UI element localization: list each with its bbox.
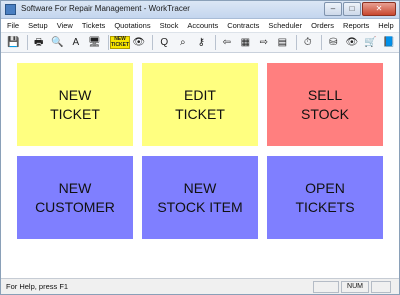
edit-ticket-button[interactable]: EDIT TICKET	[142, 63, 258, 146]
new-ticket-label: NEW TICKET	[50, 86, 100, 122]
database-icon[interactable]: ⛁	[325, 34, 342, 51]
new-customer-button[interactable]: NEW CUSTOMER	[17, 156, 133, 239]
menu-scheduler[interactable]: Scheduler	[268, 21, 302, 30]
menu-tickets[interactable]: Tickets	[82, 21, 105, 30]
edit-ticket-label: EDIT TICKET	[175, 86, 225, 122]
toolbar-separator	[152, 35, 153, 50]
menu-orders[interactable]: Orders	[311, 21, 334, 30]
new-stock-item-button[interactable]: NEW STOCK ITEM	[142, 156, 258, 239]
menu-view[interactable]: View	[57, 21, 73, 30]
minimize-button[interactable]: –	[324, 2, 342, 16]
calculator-icon[interactable]: ▤	[274, 34, 291, 51]
print-preview-icon[interactable]: 🔍	[49, 34, 66, 51]
new-ticket-toolbar-button[interactable]: NEW TICKET	[110, 34, 131, 51]
close-button[interactable]: ✕	[362, 2, 396, 16]
cart-icon[interactable]: 🛒	[362, 34, 379, 51]
app-window: Software For Repair Management - WorkTra…	[0, 0, 400, 295]
status-pane-num: NUM	[341, 281, 369, 293]
sell-stock-label: SELL STOCK	[301, 86, 349, 122]
app-icon[interactable]	[5, 4, 16, 15]
new-ticket-icon: NEW TICKET	[110, 36, 131, 49]
search-icon[interactable]: ⌕	[175, 34, 192, 51]
title-bar[interactable]: Software For Repair Management - WorkTra…	[1, 1, 399, 19]
menu-quotations[interactable]: Quotations	[114, 21, 150, 30]
menu-bar: File Setup View Tickets Quotations Stock…	[1, 19, 399, 32]
document-icon[interactable]: ▦	[237, 34, 254, 51]
menu-stock[interactable]: Stock	[160, 21, 179, 30]
screen-icon[interactable]: 🖥	[86, 34, 103, 51]
font-icon[interactable]: A	[68, 34, 85, 51]
toolbar-separator	[26, 35, 28, 50]
toolbar-separator	[321, 35, 323, 50]
clock-icon[interactable]: ⏱	[300, 34, 317, 51]
toolbar-separator	[295, 35, 297, 50]
new-ticket-button[interactable]: NEW TICKET	[17, 63, 133, 146]
key-icon[interactable]: ⚷	[193, 34, 210, 51]
open-tickets-button[interactable]: OPEN TICKETS	[267, 156, 383, 239]
menu-contracts[interactable]: Contracts	[227, 21, 259, 30]
sell-stock-button[interactable]: SELL STOCK	[267, 63, 383, 146]
maximize-button[interactable]: □	[343, 2, 361, 16]
status-bar: For Help, press F1 NUM	[1, 278, 399, 294]
toolbar-separator	[214, 35, 216, 50]
new-customer-label: NEW CUSTOMER	[35, 179, 115, 215]
menu-file[interactable]: File	[7, 21, 19, 30]
status-help-text: For Help, press F1	[6, 282, 69, 291]
menu-reports[interactable]: Reports	[343, 21, 369, 30]
menu-setup[interactable]: Setup	[28, 21, 48, 30]
save-icon[interactable]: 💾	[5, 34, 22, 51]
menu-help[interactable]: Help	[378, 21, 393, 30]
new-stock-item-label: NEW STOCK ITEM	[157, 179, 243, 215]
binoculars-icon[interactable]: 👁	[344, 34, 361, 51]
back-arrow-icon[interactable]: ⇦	[219, 34, 236, 51]
status-pane-scroll	[371, 281, 391, 293]
status-pane-caps	[313, 281, 339, 293]
window-title: Software For Repair Management - WorkTra…	[21, 4, 190, 13]
book-icon[interactable]: 📘	[381, 34, 398, 51]
dashboard-area: NEW TICKET EDIT TICKET SELL STOCK NEW CU…	[1, 54, 399, 278]
binoculars-icon[interactable]: 👁	[131, 34, 148, 51]
forward-arrow-icon[interactable]: ⇨	[256, 34, 273, 51]
open-tickets-label: OPEN TICKETS	[295, 179, 355, 215]
print-icon[interactable]: 🖶	[30, 34, 47, 51]
toolbar-separator	[107, 35, 109, 50]
toolbar: 💾 🖶 🔍 A 🖥 NEW TICKET 👁 Q ⌕ ⚷ ⇦ ▦ ⇨ ▤ ⏱ ⛁…	[1, 32, 399, 53]
menu-accounts[interactable]: Accounts	[187, 21, 218, 30]
find-icon[interactable]: Q	[156, 34, 173, 51]
window-controls: – □ ✕	[324, 2, 396, 16]
